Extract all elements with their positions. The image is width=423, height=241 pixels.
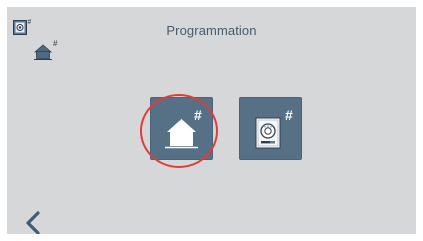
- intercom-settings-tile[interactable]: #: [239, 97, 302, 160]
- page-title: Programmation: [166, 23, 257, 38]
- programming-screen: # # Programmation #: [7, 7, 416, 234]
- intercom-tile-badge: #: [285, 107, 293, 123]
- home-icon: #: [165, 107, 202, 149]
- home-settings-tile[interactable]: #: [150, 97, 213, 160]
- status-home-badge: #: [53, 39, 58, 48]
- home-tile-badge: #: [194, 107, 202, 123]
- status-home-icon: #: [33, 38, 61, 62]
- chevron-left-icon: [26, 211, 40, 234]
- back-button[interactable]: [23, 210, 43, 234]
- intercom-unit-icon: #: [255, 107, 293, 149]
